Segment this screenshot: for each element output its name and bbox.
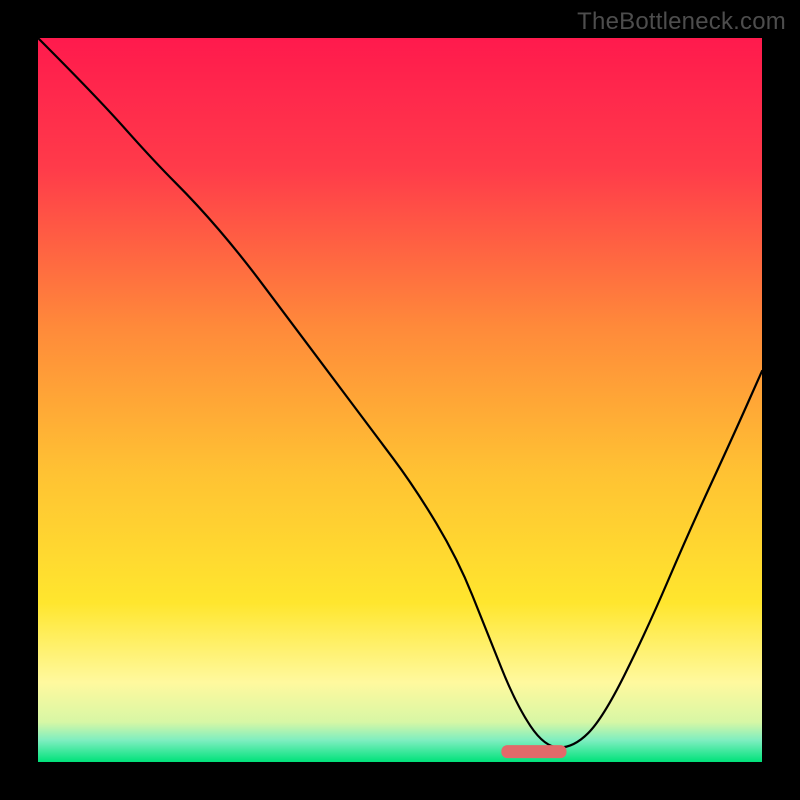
plot-background <box>38 38 762 762</box>
chart-canvas <box>0 0 800 800</box>
chart-frame: TheBottleneck.com <box>0 0 800 800</box>
optimal-range-marker <box>501 745 566 758</box>
watermark-label: TheBottleneck.com <box>577 8 786 36</box>
